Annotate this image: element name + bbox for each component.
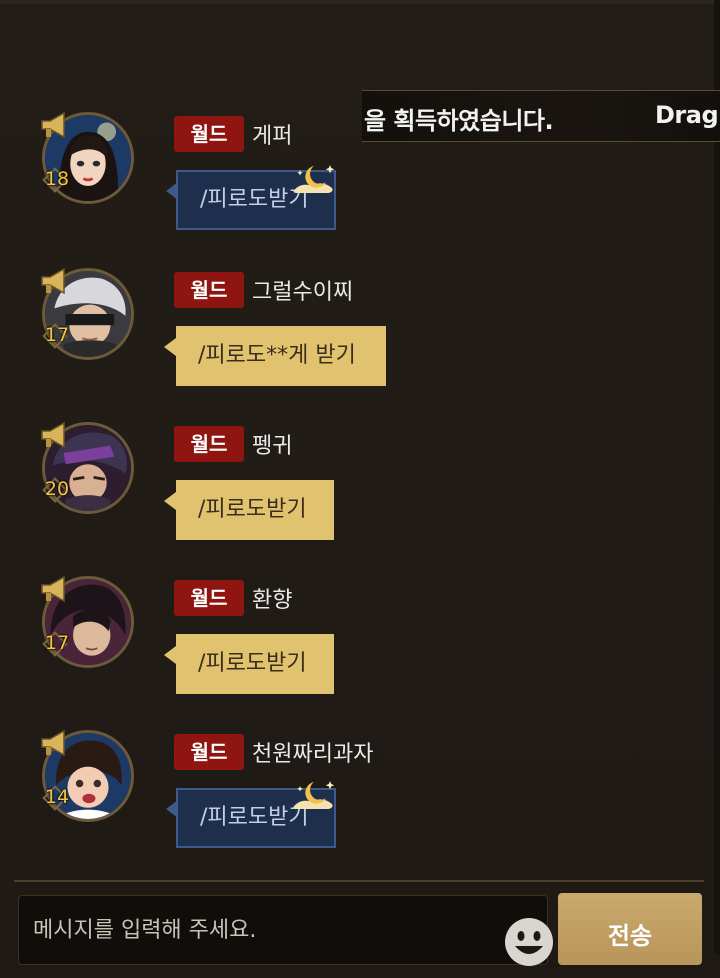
channel-badge: 월드	[174, 426, 244, 462]
level-number: 14	[44, 786, 70, 808]
panel-top-border	[0, 0, 720, 4]
chat-input[interactable]	[31, 906, 475, 954]
avatar-group[interactable]: 20	[38, 418, 144, 524]
bubble-tail	[166, 182, 178, 200]
chat-message: 20 월드 펭귀 /피로도받기	[0, 418, 720, 568]
message-bubble: /피로도받기	[164, 480, 334, 540]
avatar-group[interactable]: 17	[38, 572, 144, 678]
bubble-tail	[164, 646, 176, 664]
channel-badge: 월드	[174, 734, 244, 770]
smiley-icon[interactable]	[503, 916, 555, 968]
avatar-group[interactable]: 17	[38, 264, 144, 370]
nickname[interactable]: 천원짜리과자	[252, 736, 373, 768]
megaphone-icon	[41, 111, 65, 139]
bubble-tail	[164, 338, 176, 356]
chat-message: 14 월드 천원짜리과자 /피로도받기	[0, 726, 720, 876]
chat-message: 18 월드 게퍼 /피로도받기	[0, 108, 720, 258]
chat-panel: 을 획득하였습니다. Drag 18 월드 게퍼 /피로도받기 17 월드 그럴…	[0, 0, 720, 966]
send-button[interactable]: 전송	[558, 893, 702, 965]
nickname[interactable]: 환향	[252, 582, 292, 614]
megaphone-icon	[41, 267, 65, 295]
level-number: 17	[44, 324, 70, 346]
channel-badge: 월드	[174, 580, 244, 616]
megaphone-icon	[41, 575, 65, 603]
level-number: 17	[44, 632, 70, 654]
message-bubble: /피로도**게 받기	[164, 326, 386, 386]
channel-badge: 월드	[174, 272, 244, 308]
chat-input-box[interactable]	[18, 895, 553, 966]
nickname[interactable]: 그럴수이찌	[252, 274, 353, 306]
level-number: 18	[44, 168, 70, 190]
megaphone-icon	[41, 421, 65, 449]
megaphone-icon	[41, 729, 65, 757]
chat-message: 17 월드 환향 /피로도받기	[0, 572, 720, 722]
channel-badge: 월드	[174, 116, 244, 152]
avatar-group[interactable]: 18	[38, 108, 144, 214]
bubble-tail	[166, 800, 178, 818]
nickname[interactable]: 게퍼	[252, 118, 292, 150]
message-text: /피로도받기	[198, 497, 307, 522]
moon-icon	[293, 781, 335, 809]
message-bubble: /피로도받기	[164, 634, 334, 694]
avatar-group[interactable]: 14	[38, 726, 144, 832]
message-text: /피로도**게 받기	[198, 343, 356, 368]
bubble-tail	[164, 492, 176, 510]
input-divider	[14, 880, 704, 882]
level-number: 20	[44, 478, 70, 500]
moon-icon	[293, 165, 335, 193]
nickname[interactable]: 펭귀	[252, 428, 292, 460]
message-text: /피로도받기	[198, 651, 307, 676]
chat-message: 17 월드 그럴수이찌 /피로도**게 받기	[0, 264, 720, 414]
